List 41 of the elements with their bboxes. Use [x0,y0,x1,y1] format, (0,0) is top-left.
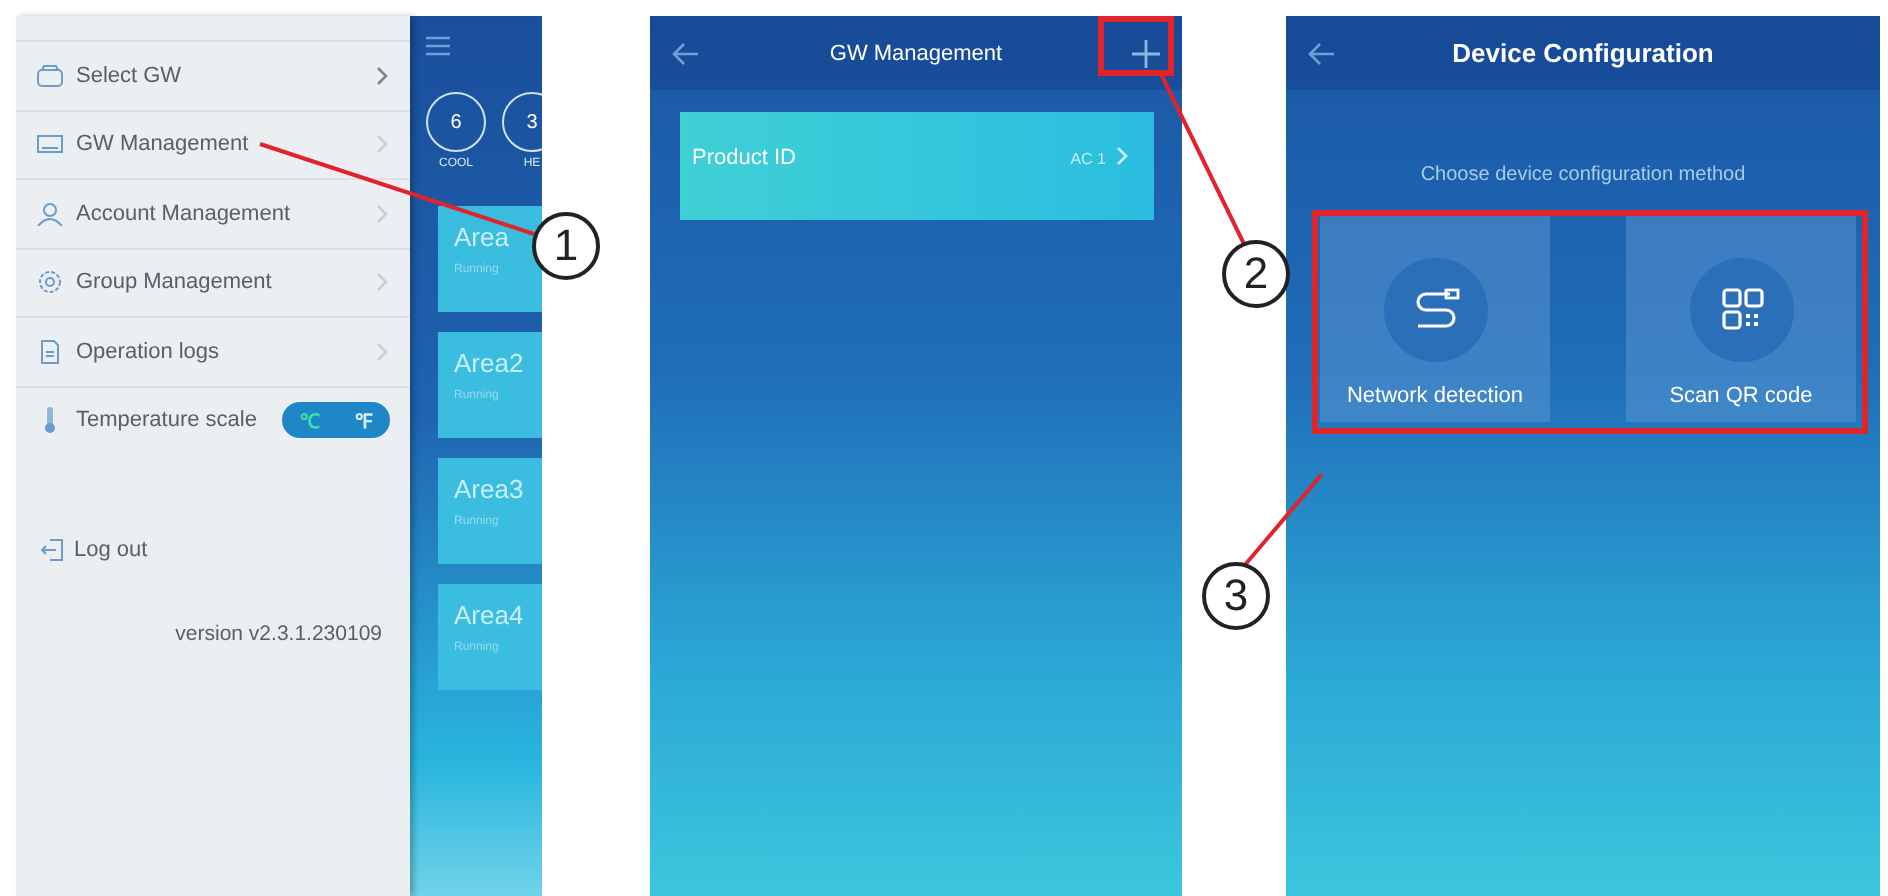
chevron-icon [374,203,390,224]
callout-number: 3 [1202,562,1270,630]
logout-label: Log out [74,538,148,562]
area-name: Area4 [454,600,526,630]
mode-count[interactable]: 6 [426,92,486,152]
logout-link[interactable]: Log out [40,538,410,562]
area-name: Area3 [454,474,526,504]
area-name: Area [454,222,511,252]
leader-line [1242,472,1324,568]
unit-toggle[interactable]: ℃ ℉ [282,402,390,439]
row-value: AC 1 [1070,150,1106,168]
back-arrow-icon[interactable] [672,41,700,65]
menu-icon[interactable] [426,36,450,56]
cable-icon [1381,256,1489,364]
unit-option[interactable]: ℉ [354,406,373,435]
callout-number: 2 [1222,240,1290,308]
chevron-icon [374,341,390,362]
unit-option[interactable]: ℃ [299,406,320,435]
setting-label: Temperature scale [76,408,259,433]
version-text: version v2.3.1.230109 [173,622,382,646]
monitor-icon [36,132,64,157]
screen-title: Device Configuration [1450,38,1716,68]
screen-title: GW Management [827,41,1005,65]
chevron-icon [374,272,390,293]
method-option[interactable]: Scan QR code [1626,216,1856,422]
gear-icon [36,270,64,295]
back-arrow-icon[interactable] [1308,41,1336,65]
chevron-icon [1114,146,1130,166]
chevron-icon [374,65,390,86]
callout-number: 1 [532,212,600,280]
highlight-frame [1098,16,1174,76]
chevron-icon [374,134,390,155]
instruction-text: Choose device configuration method [1418,164,1748,186]
document-icon [36,339,64,364]
area-name: Area2 [454,348,526,378]
user-icon [36,201,64,226]
qr-code-icon [1687,256,1795,364]
mode-count[interactable]: 3 [502,92,542,152]
logout-icon [40,538,64,562]
method-option[interactable]: Network detection [1320,216,1550,422]
row-label: Product ID [692,146,798,170]
